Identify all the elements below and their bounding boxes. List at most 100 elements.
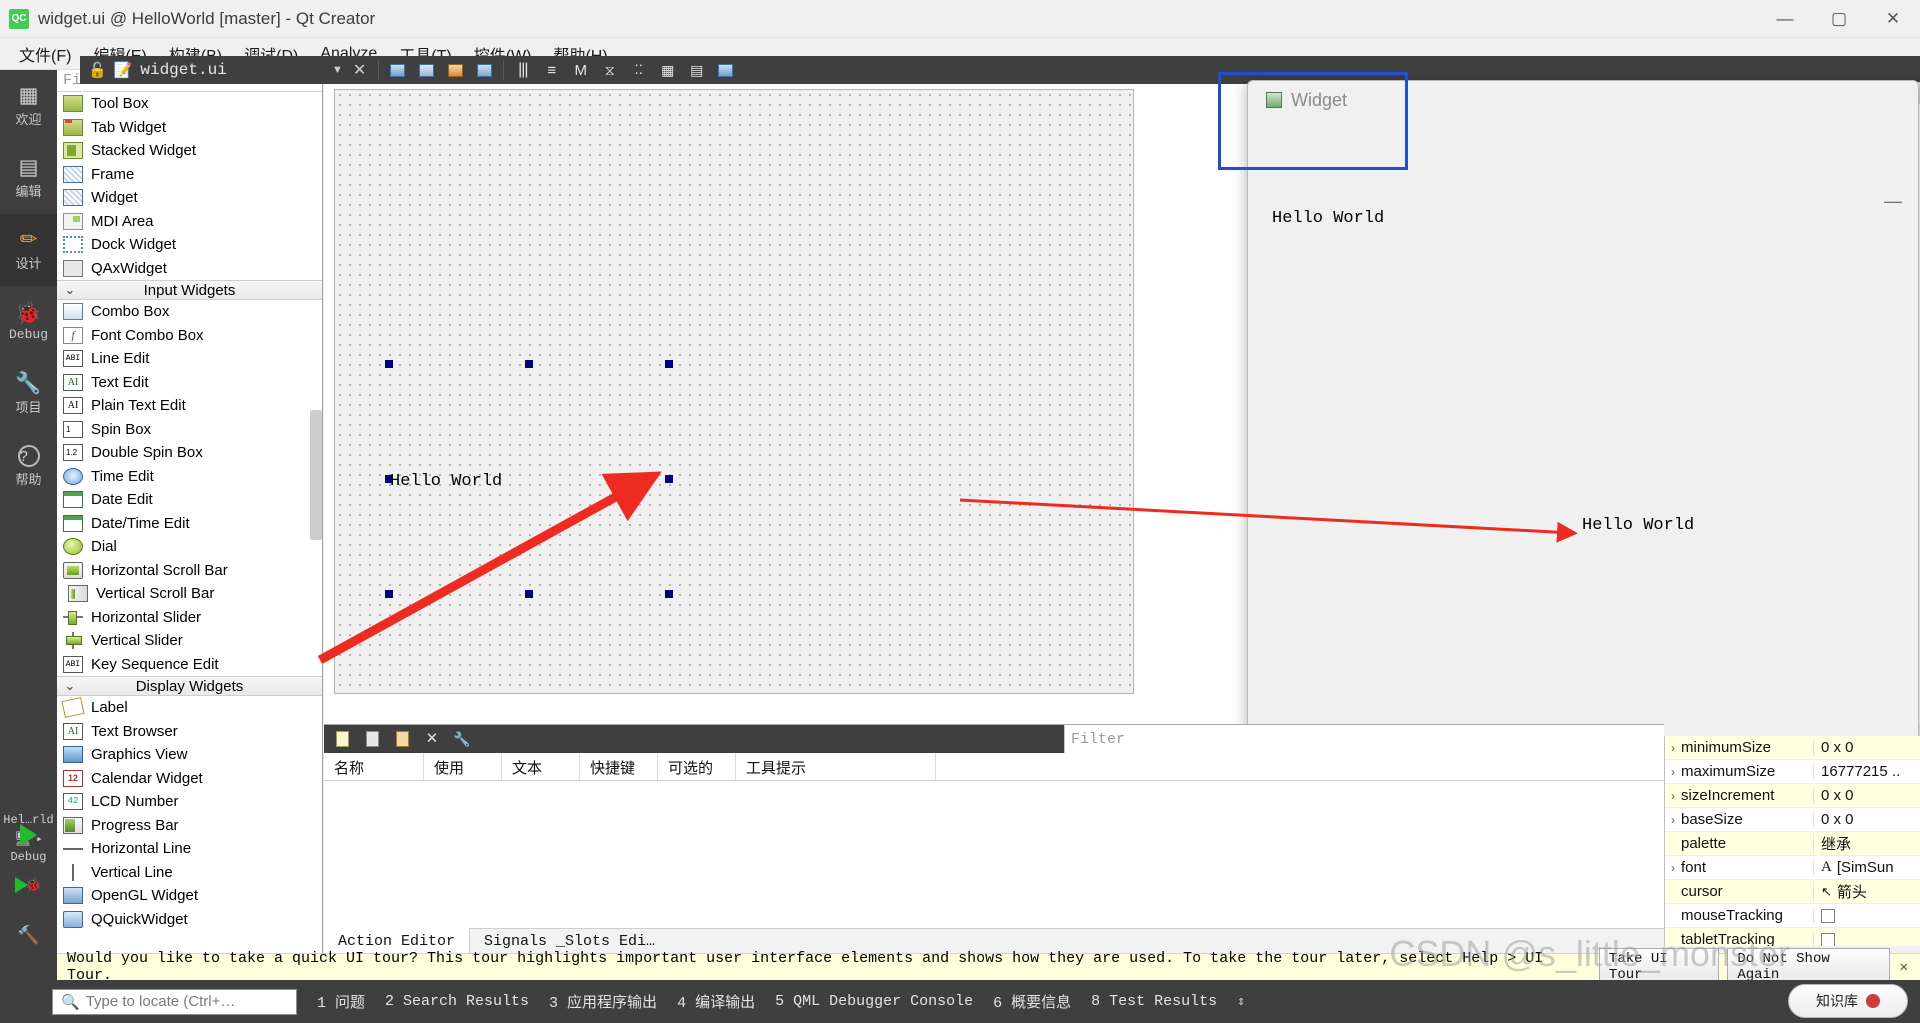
column-tooltip[interactable]: 工具提示 xyxy=(736,753,936,780)
updown-arrows-icon[interactable]: ⇕ xyxy=(1237,994,1245,1009)
property-value[interactable]: 0 x 0 xyxy=(1813,739,1920,756)
output-pane-app-output[interactable]: 3 应用程序输出 xyxy=(549,991,657,1012)
output-pane-search[interactable]: 2 Search Results xyxy=(385,993,529,1010)
maximize-button[interactable]: ▢ xyxy=(1812,0,1866,38)
property-value[interactable] xyxy=(1813,932,1920,946)
property-row[interactable]: › sizeIncrement 0 x 0 xyxy=(1665,784,1920,808)
widget-box-item[interactable]: Graphics View xyxy=(57,743,322,767)
chevron-right-icon[interactable]: › xyxy=(1665,813,1681,827)
edit-buddies-icon[interactable] xyxy=(442,57,469,83)
widget-box-item[interactable]: Dock Widget xyxy=(57,233,322,257)
output-pane-qml-console[interactable]: 5 QML Debugger Console xyxy=(775,993,973,1010)
form-widget[interactable]: Hello World xyxy=(334,89,1134,694)
layout-splitter-v-icon[interactable]: ⧖ xyxy=(596,57,623,83)
selection-handle[interactable] xyxy=(665,475,673,483)
mode-help[interactable]: ? 帮助 xyxy=(0,430,57,502)
mode-debug[interactable]: 🐞 Debug xyxy=(0,286,57,358)
widget-group-header[interactable]: ⌄ Input Widgets xyxy=(57,280,322,300)
output-pane-issues[interactable]: 1 问题 xyxy=(317,991,365,1012)
chevron-right-icon[interactable]: › xyxy=(1665,789,1681,803)
checkbox[interactable] xyxy=(1821,932,1835,946)
build-button[interactable]: 🔨 xyxy=(0,910,57,960)
run-button[interactable] xyxy=(0,810,57,860)
widget-box-scrollbar[interactable] xyxy=(310,410,322,540)
document-tab[interactable]: 🔓 📝 widget.ui xyxy=(80,56,332,84)
layout-vertically-icon[interactable]: ≡ xyxy=(538,57,565,83)
widget-box-item[interactable]: Vertical Slider xyxy=(57,629,322,653)
copy-action-icon[interactable] xyxy=(359,727,385,751)
paste-action-icon[interactable] xyxy=(389,727,415,751)
chevron-down-icon[interactable]: ▼ xyxy=(332,64,343,76)
widget-box-item[interactable]: Date Edit xyxy=(57,488,322,512)
widget-box-item[interactable]: AI Text Edit xyxy=(57,371,322,395)
property-value[interactable]: 16777215 .. xyxy=(1813,763,1920,780)
hello-world-label[interactable]: Hello World xyxy=(390,472,502,491)
property-value[interactable]: 继承 xyxy=(1813,833,1920,854)
menu-file[interactable]: 文件(F) xyxy=(8,39,82,69)
preview-minimize-button[interactable]: — xyxy=(1884,191,1902,212)
widget-box-list[interactable]: Tool Box Tab Widget Stacked Widget Frame Wid… xyxy=(57,92,322,931)
widget-box-item[interactable]: ABI Line Edit xyxy=(57,347,322,371)
widget-box-item[interactable]: 1.2 Double Spin Box xyxy=(57,441,322,465)
widget-box-item[interactable]: Frame xyxy=(57,163,322,187)
column-shortcut[interactable]: 快捷键 xyxy=(580,753,658,780)
widget-group-header[interactable]: ⌄ Display Widgets xyxy=(57,676,322,696)
selection-handle[interactable] xyxy=(525,360,533,368)
progress-indicator[interactable]: 知识库 xyxy=(1788,984,1908,1018)
selection-handle[interactable] xyxy=(665,360,673,368)
layout-splitter-h-icon[interactable]: M xyxy=(567,57,594,83)
new-action-icon[interactable] xyxy=(329,727,355,751)
output-pane-test-results[interactable]: 8 Test Results xyxy=(1091,993,1217,1010)
widget-box-item[interactable]: ABI Key Sequence Edit xyxy=(57,653,322,677)
debug-button[interactable]: 🐞 xyxy=(0,860,57,910)
mode-projects[interactable]: 🔧 项目 xyxy=(0,358,57,430)
widget-box-item[interactable]: Progress Bar xyxy=(57,814,322,838)
chevron-right-icon[interactable]: › xyxy=(1665,765,1681,779)
widget-box-item[interactable]: Tab Widget xyxy=(57,116,322,140)
property-value[interactable] xyxy=(1813,908,1920,923)
selection-handle[interactable] xyxy=(385,360,393,368)
chevron-right-icon[interactable]: › xyxy=(1665,861,1681,875)
column-text[interactable]: 文本 xyxy=(502,753,580,780)
column-used[interactable]: 使用 xyxy=(424,753,502,780)
widget-box-item[interactable]: Date/Time Edit xyxy=(57,512,322,536)
widget-box-item[interactable]: Combo Box xyxy=(57,300,322,324)
widget-box-item[interactable]: Horizontal Line xyxy=(57,837,322,861)
selection-handle[interactable] xyxy=(525,590,533,598)
preview-window[interactable]: Widget Hello World — xyxy=(1247,80,1919,740)
output-pane-compile[interactable]: 4 编译输出 xyxy=(677,991,755,1012)
edit-tab-order-icon[interactable] xyxy=(471,57,498,83)
delete-action-icon[interactable]: 🗙 xyxy=(419,727,445,751)
layout-grid-icon[interactable]: ▦ xyxy=(654,57,681,83)
checkbox[interactable] xyxy=(1821,908,1835,923)
property-row[interactable]: › minimumSize 0 x 0 xyxy=(1665,736,1920,760)
widget-box-item[interactable]: Horizontal Scroll Bar xyxy=(57,559,322,583)
property-value[interactable]: ↖ 箭头 xyxy=(1813,881,1920,902)
property-row[interactable]: mouseTracking xyxy=(1665,904,1920,928)
widget-box-item[interactable]: QAxWidget xyxy=(57,257,322,281)
edit-signals-slots-icon[interactable] xyxy=(413,57,440,83)
break-layout-icon[interactable]: ▤ xyxy=(683,57,710,83)
minimize-button[interactable]: — xyxy=(1758,0,1812,38)
widget-box-item[interactable]: 12 Calendar Widget xyxy=(57,767,322,791)
property-value[interactable]: 0 x 0 xyxy=(1813,811,1920,828)
selection-handle[interactable] xyxy=(385,590,393,598)
widget-box-item[interactable]: 42 LCD Number xyxy=(57,790,322,814)
close-icon[interactable]: ✕ xyxy=(353,60,366,80)
widget-box-item[interactable]: f Font Combo Box xyxy=(57,324,322,348)
property-value[interactable]: A [SimSun xyxy=(1813,859,1920,876)
close-button[interactable]: ✕ xyxy=(1866,0,1920,38)
column-name[interactable]: 名称 xyxy=(324,753,424,780)
property-value[interactable]: 0 x 0 xyxy=(1813,787,1920,804)
property-row[interactable]: tabletTracking xyxy=(1665,928,1920,946)
unlocked-icon[interactable]: 🔓 xyxy=(88,61,107,80)
property-row[interactable]: › font A [SimSun xyxy=(1665,856,1920,880)
layout-form-icon[interactable]: ⁚⁚ xyxy=(625,57,652,83)
widget-box-item[interactable]: 1 Spin Box xyxy=(57,418,322,442)
selection-handle[interactable] xyxy=(665,590,673,598)
action-editor-filter-input[interactable]: Filter xyxy=(1064,725,1664,753)
edit-widgets-icon[interactable] xyxy=(384,57,411,83)
property-row[interactable]: cursor ↖ 箭头 xyxy=(1665,880,1920,904)
property-row[interactable]: › maximumSize 16777215 .. xyxy=(1665,760,1920,784)
mode-welcome[interactable]: ▦ 欢迎 xyxy=(0,70,57,142)
